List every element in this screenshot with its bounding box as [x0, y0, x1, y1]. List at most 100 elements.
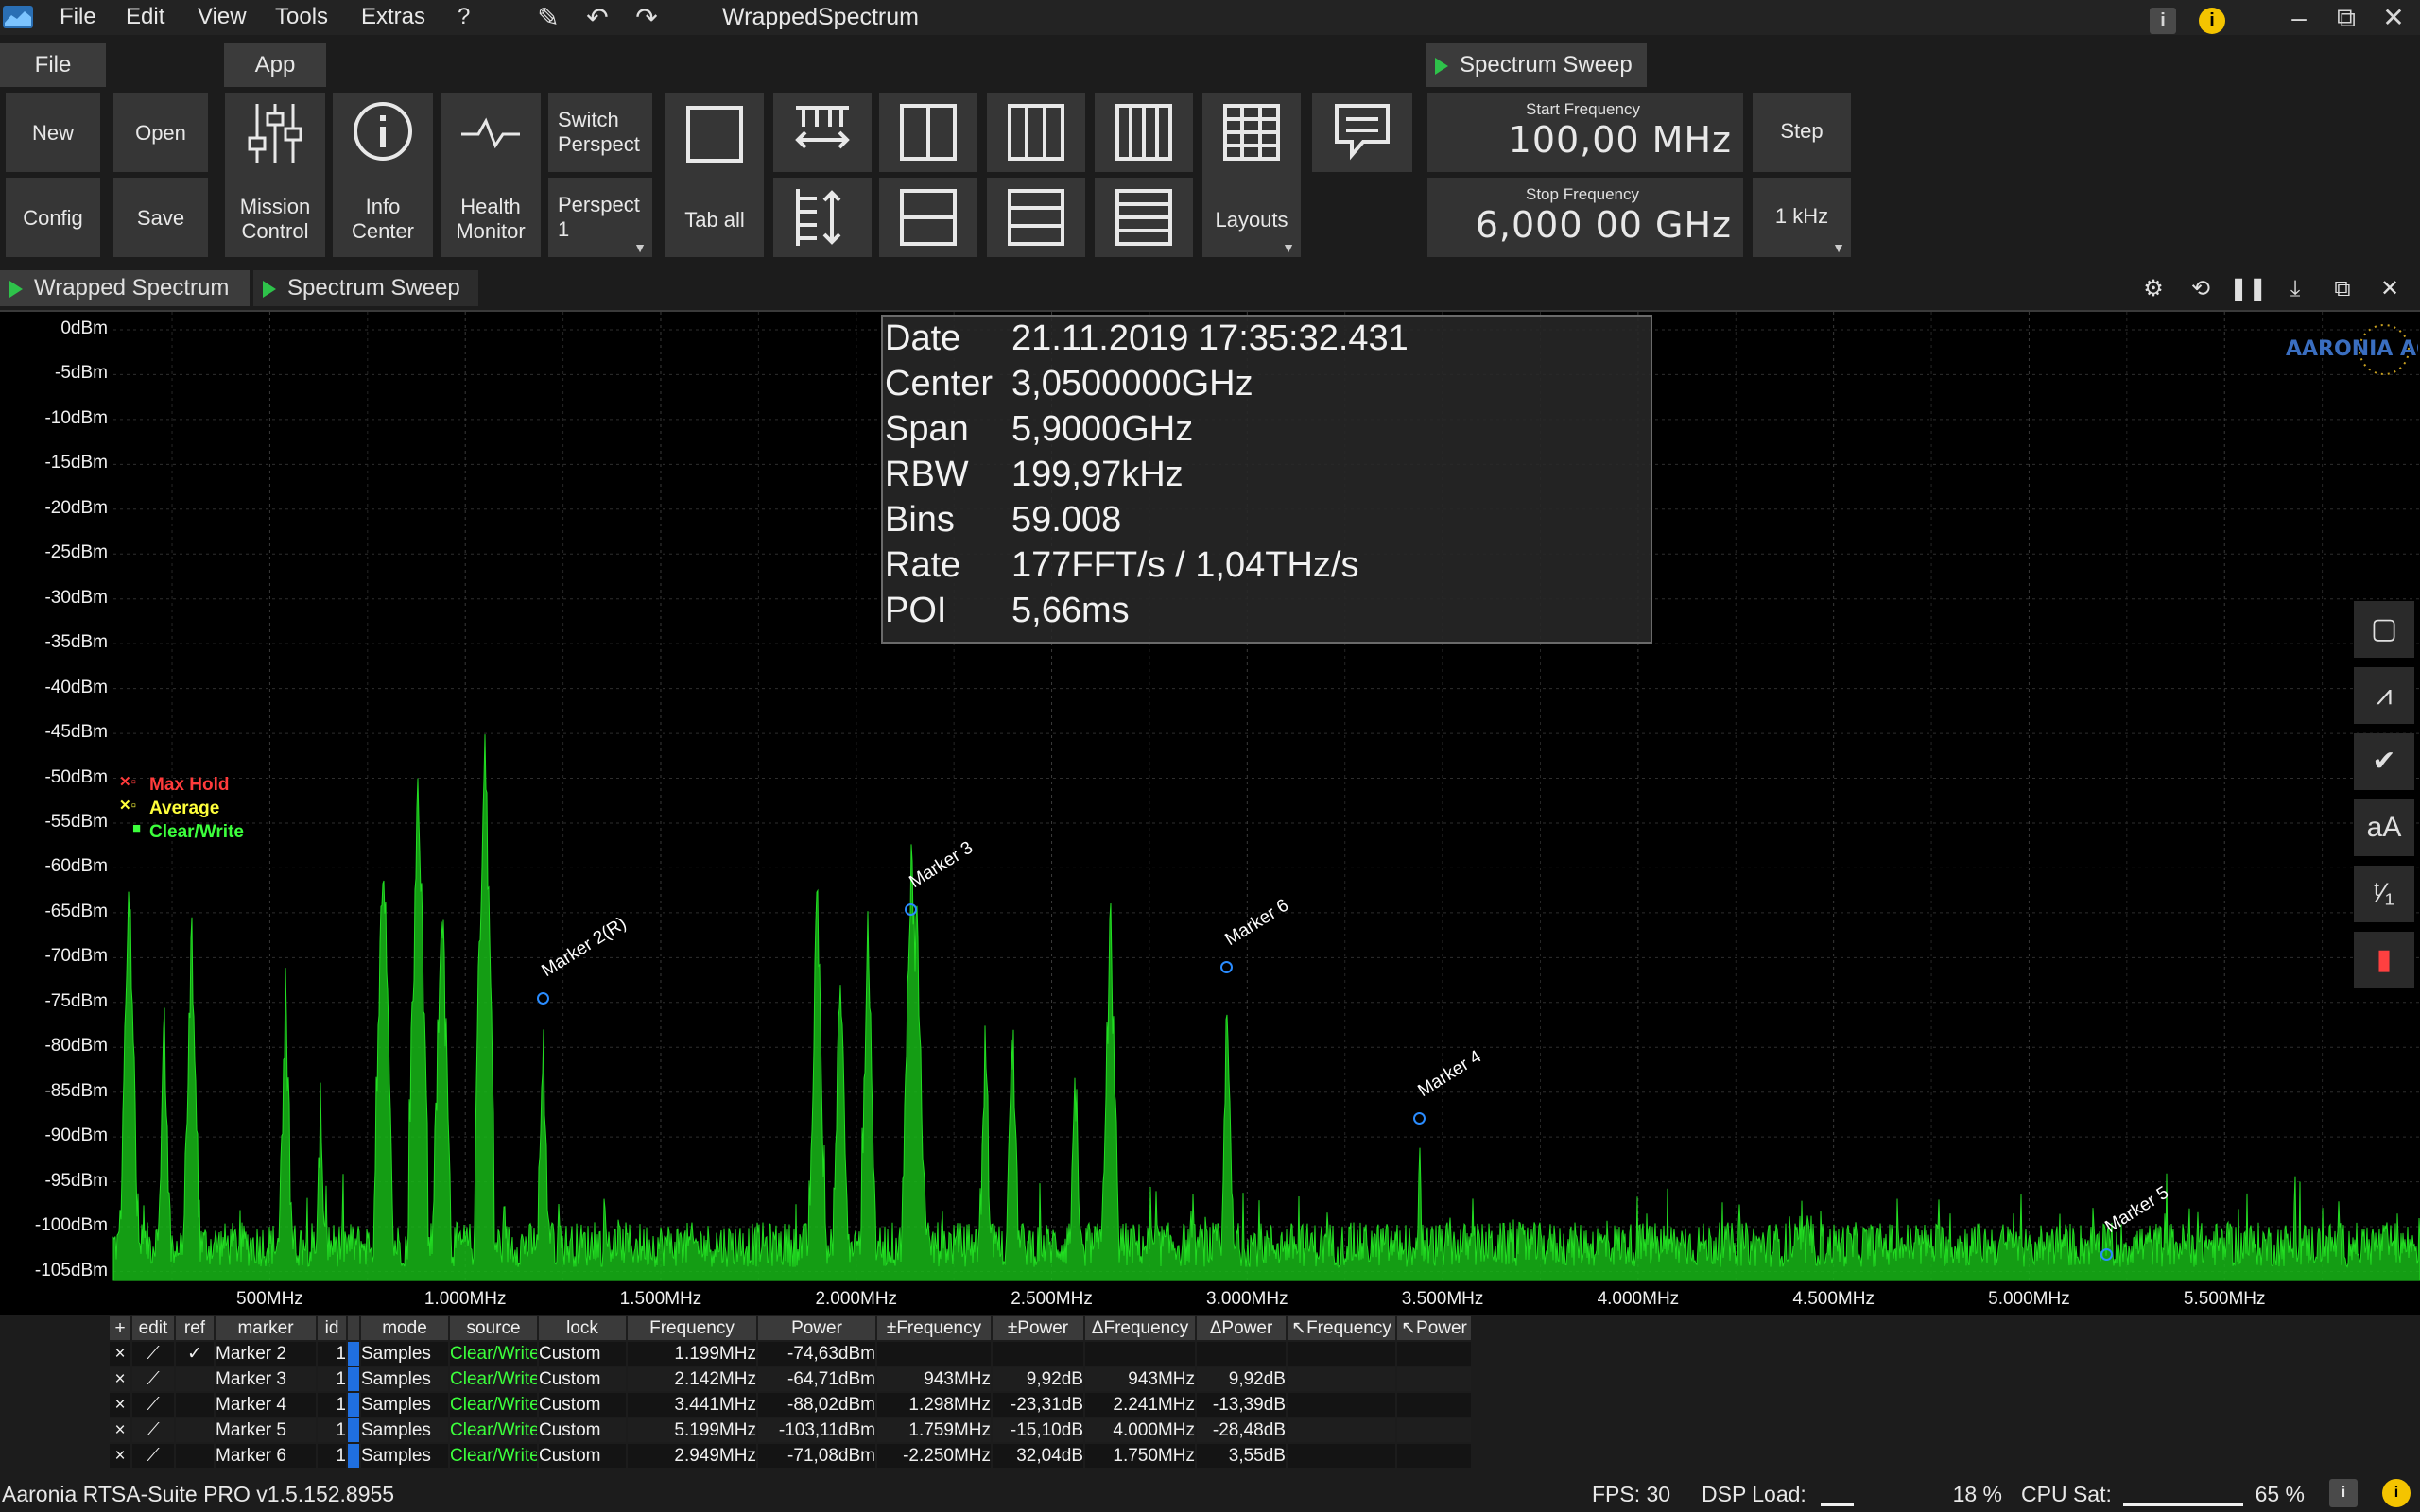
pause-icon[interactable]: ❚❚ [2229, 272, 2267, 306]
start-frequency-field[interactable]: Start Frequency 100,00 MHz [1427, 93, 1743, 172]
info-bins-key: Bins [885, 500, 955, 540]
column-header[interactable]: mode [361, 1316, 448, 1340]
ratio-icon[interactable]: ᵗ⁄₁ [2354, 866, 2414, 922]
menu-help[interactable]: ? [458, 4, 470, 30]
marker-point[interactable] [1220, 960, 1234, 973]
step-dropdown[interactable]: 1 kHz ▼ [1753, 178, 1851, 257]
table-cell[interactable]: ✓ [176, 1342, 214, 1366]
layout-3-columns-button[interactable] [987, 93, 1085, 172]
menu-view[interactable]: View [198, 4, 247, 30]
table-cell: -15,10dB [993, 1418, 1083, 1442]
delete-marker-icon[interactable]: × [110, 1418, 130, 1442]
layout-vertical-expand-button[interactable] [773, 178, 872, 257]
text-size-icon[interactable]: aA [2354, 799, 2414, 856]
menu-file[interactable]: File [60, 4, 96, 30]
edit-marker-icon[interactable]: ⟋ [132, 1367, 174, 1391]
config-button[interactable]: Config [6, 178, 100, 257]
edit-marker-icon[interactable]: ⟋ [132, 1393, 174, 1417]
health-monitor-button[interactable]: Health Monitor [441, 93, 541, 257]
layout-horizontal-expand-button[interactable] [773, 93, 872, 172]
legend-toggle-icon[interactable]: ✕▫ [119, 797, 140, 814]
column-header[interactable]: ΔPower [1197, 1316, 1286, 1340]
layout-2-columns-button[interactable] [879, 93, 977, 172]
layouts-dropdown[interactable]: Layouts ▼ [1202, 93, 1301, 257]
delete-marker-icon[interactable]: × [110, 1367, 130, 1391]
column-header[interactable]: ↖Frequency [1288, 1316, 1395, 1340]
column-header[interactable]: Frequency [628, 1316, 756, 1340]
column-header[interactable]: ref [176, 1316, 214, 1340]
save-button[interactable]: Save [113, 178, 208, 257]
info-center-button[interactable]: Info Center [333, 93, 433, 257]
delete-marker-icon[interactable]: × [110, 1444, 130, 1468]
layout-3-rows-button[interactable] [987, 178, 1085, 257]
marker-point[interactable] [1412, 1112, 1426, 1125]
column-header[interactable]: edit [132, 1316, 174, 1340]
tab-all-button[interactable]: Tab all [666, 93, 764, 257]
info-icon[interactable]: i [2144, 2, 2182, 34]
restore-icon[interactable]: ⧉ [2327, 2, 2365, 34]
layout-2-rows-button[interactable] [879, 178, 977, 257]
legend-toggle-icon[interactable]: ✕▫ [119, 773, 140, 790]
warning-info-icon[interactable]: i [2382, 1479, 2411, 1507]
pencil-icon[interactable]: ✎ [529, 2, 567, 34]
layout-4-rows-button[interactable] [1095, 178, 1193, 257]
undo-icon[interactable]: ↶ [579, 2, 616, 34]
switch-perspective-button[interactable]: Switch Perspect [548, 93, 652, 172]
edit-marker-icon[interactable]: ⟋ [132, 1444, 174, 1468]
menu-edit[interactable]: Edit [126, 4, 164, 30]
popout-icon[interactable]: ⧉ [2324, 272, 2361, 306]
open-button[interactable]: Open [113, 93, 208, 172]
x-tick-label: 3.500MHz [1401, 1289, 1484, 1309]
menu-tools[interactable]: Tools [275, 4, 328, 30]
edit-marker-icon[interactable]: ⟋ [132, 1342, 174, 1366]
doc-tab-spectrum-sweep[interactable]: Spectrum Sweep [253, 270, 478, 306]
select-icon[interactable]: ▢ [2354, 601, 2414, 658]
close-icon[interactable]: ✕ [2375, 2, 2412, 34]
column-header[interactable] [348, 1316, 359, 1340]
close-panel-icon[interactable]: ✕ [2371, 272, 2409, 306]
minimize-icon[interactable]: – [2280, 2, 2318, 34]
column-header[interactable]: ↖Power [1397, 1316, 1471, 1340]
column-header[interactable]: lock [539, 1316, 626, 1340]
column-header[interactable]: marker [216, 1316, 316, 1340]
delete-marker-icon[interactable]: × [110, 1342, 130, 1366]
checklist-icon[interactable]: ✔ [2354, 733, 2414, 790]
edit-marker-icon[interactable]: ⟋ [132, 1418, 174, 1442]
column-header[interactable]: ±Power [993, 1316, 1083, 1340]
table-cell: 3,55dB [1197, 1444, 1286, 1468]
comment-button[interactable] [1312, 93, 1412, 172]
warning-info-icon[interactable]: i [2193, 2, 2231, 34]
menu-extras[interactable]: Extras [361, 4, 425, 30]
marker-point[interactable] [536, 992, 549, 1005]
download-icon[interactable]: ⤓ [2276, 272, 2314, 306]
settings-gear-icon[interactable]: ⚙ [2135, 272, 2172, 306]
stop-frequency-field[interactable]: Stop Frequency 6,000 00 GHz [1427, 178, 1743, 257]
new-button[interactable]: New [6, 93, 100, 172]
marker-point[interactable] [2100, 1247, 2113, 1261]
table-cell[interactable] [176, 1418, 214, 1442]
mission-control-button[interactable]: Mission Control [225, 93, 325, 257]
column-header[interactable]: ±Frequency [877, 1316, 991, 1340]
tab-app[interactable]: App [224, 43, 326, 87]
layout-4-columns-button[interactable] [1095, 93, 1193, 172]
column-header[interactable]: + [110, 1316, 130, 1340]
trace-edit-icon[interactable]: ⩘ [2354, 667, 2414, 724]
sync-icon[interactable]: ⟲ [2182, 272, 2220, 306]
info-icon[interactable]: i [2329, 1479, 2358, 1507]
speech-bubble-icon [1335, 104, 1390, 161]
column-header[interactable]: Power [758, 1316, 875, 1340]
column-header[interactable]: source [450, 1316, 537, 1340]
column-header[interactable]: ΔFrequency [1085, 1316, 1195, 1340]
tab-spectrum-sweep[interactable]: Spectrum Sweep [1426, 43, 1647, 87]
delete-marker-icon[interactable]: × [110, 1393, 130, 1417]
perspective-dropdown[interactable]: Perspect 1 ▼ [548, 178, 652, 257]
doc-tab-wrapped-spectrum[interactable]: Wrapped Spectrum [0, 270, 250, 306]
tab-file[interactable]: File [0, 43, 106, 87]
table-cell[interactable] [176, 1444, 214, 1468]
table-cell[interactable] [176, 1393, 214, 1417]
column-header[interactable]: id [318, 1316, 346, 1340]
color-palette-icon[interactable]: ▮ [2354, 932, 2414, 988]
redo-icon[interactable]: ↷ [628, 2, 666, 34]
table-cell[interactable] [176, 1367, 214, 1391]
table-cell [1288, 1393, 1395, 1417]
